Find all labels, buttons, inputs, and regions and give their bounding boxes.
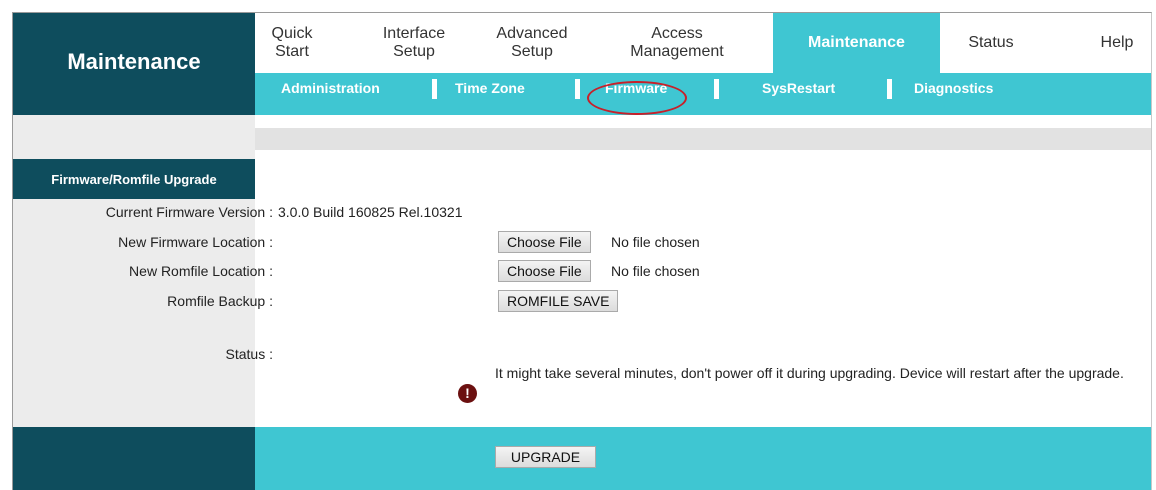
subnav-administration[interactable]: Administration (281, 73, 380, 103)
new-romfile-label: New Romfile Location : (129, 263, 273, 279)
firmware-file-status: No file chosen (611, 234, 700, 250)
status-message: It might take several minutes, don't pow… (495, 365, 1124, 381)
nav-interface-setup-label: Interface Setup (382, 25, 446, 60)
subnav-diagnostics[interactable]: Diagnostics (914, 73, 993, 103)
nav-advanced-setup[interactable]: Advanced Setup (480, 13, 584, 73)
upgrade-button[interactable]: UPGRADE (495, 446, 596, 468)
brand-header: Maintenance (13, 13, 255, 115)
romfile-file-status: No file chosen (611, 263, 700, 279)
current-firmware-row: Current Firmware Version : 3.0.0 Build 1… (13, 201, 1151, 223)
footer-left-block (13, 427, 255, 490)
nav-quick-start[interactable]: Quick Start (255, 13, 329, 73)
subnav-separator (432, 79, 437, 99)
nav-help-label: Help (1100, 34, 1134, 51)
status-label: Status : (225, 346, 273, 362)
new-firmware-label: New Firmware Location : (118, 234, 273, 250)
romfile-backup-row: Romfile Backup : ROMFILE SAVE (13, 290, 1151, 312)
nav-status-label: Status (968, 34, 1014, 51)
nav-maintenance[interactable]: Maintenance (773, 13, 940, 73)
status-row: Status : (13, 343, 1151, 365)
sub-nav: Administration Time Zone Firmware SysRes… (255, 73, 1151, 115)
section-label: Firmware/Romfile Upgrade (13, 159, 255, 199)
nav-interface-setup[interactable]: Interface Setup (355, 13, 473, 73)
romfile-save-button[interactable]: ROMFILE SAVE (498, 290, 619, 312)
nav-status[interactable]: Status (941, 13, 1041, 73)
new-romfile-row: New Romfile Location : Choose File No fi… (13, 260, 1151, 282)
subnav-separator (887, 79, 892, 99)
subnav-separator (575, 79, 580, 99)
subnav-sysrestart[interactable]: SysRestart (762, 73, 835, 103)
nav-quick-start-label: Quick Start (271, 25, 313, 60)
subnav-separator (714, 79, 719, 99)
nav-maintenance-label: Maintenance (808, 34, 905, 51)
gray-band (255, 128, 1151, 150)
page-title: Maintenance (67, 49, 201, 74)
nav-help[interactable]: Help (1081, 13, 1151, 73)
subnav-time-zone[interactable]: Time Zone (455, 73, 525, 103)
top-nav: Quick Start Interface Setup Advanced Set… (255, 13, 1151, 73)
romfile-backup-label: Romfile Backup : (167, 293, 273, 309)
nav-access-management-label: Access Management (630, 25, 724, 60)
firmware-highlight-ring (587, 81, 687, 115)
choose-firmware-file-button[interactable]: Choose File (498, 231, 591, 253)
router-admin-page: Maintenance Quick Start Interface Setup … (12, 12, 1152, 490)
current-firmware-label: Current Firmware Version : (105, 204, 273, 220)
warning-icon: ! (458, 384, 477, 403)
nav-access-management[interactable]: Access Management (612, 13, 742, 73)
choose-romfile-button[interactable]: Choose File (498, 260, 591, 282)
current-firmware-value: 3.0.0 Build 160825 Rel.10321 (278, 204, 463, 220)
footer-bar: UPGRADE (13, 427, 1151, 490)
new-firmware-row: New Firmware Location : Choose File No f… (13, 231, 1151, 253)
nav-advanced-setup-label: Advanced Setup (496, 25, 568, 60)
